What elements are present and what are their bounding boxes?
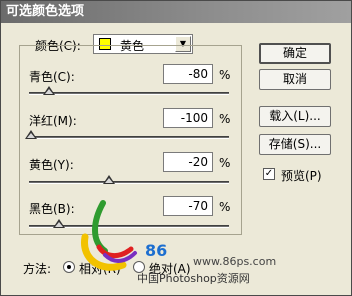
cancel-button[interactable]: 取消 (259, 69, 331, 90)
preview-checkbox[interactable]: ✓ (263, 168, 275, 180)
watermark-url: www.86ps.com (193, 255, 277, 268)
magenta-slider-thumb[interactable] (25, 130, 37, 139)
selective-color-dialog: 可选颜色选项 颜色(C): 黄色 ▼ 青色(C): -80 % 洋红(M): -… (0, 0, 352, 296)
watermark: 86 www.86ps.com 中国Photoshop资源网 (75, 199, 305, 285)
relative-radio[interactable] (63, 261, 75, 273)
yellow-slider-thumb[interactable] (103, 175, 115, 184)
dialog-title: 可选颜色选项 (1, 1, 351, 23)
save-button[interactable]: 存储(S)... (259, 134, 331, 155)
preview-label[interactable]: 预览(P) (281, 167, 322, 184)
magenta-label: 洋红(M): (29, 114, 77, 128)
magenta-input[interactable]: -100 (163, 108, 213, 128)
cyan-slider-track[interactable] (29, 92, 229, 95)
magenta-percent: % (219, 112, 231, 126)
method-label: 方法: (23, 262, 52, 276)
watermark-number: 86 (145, 241, 168, 260)
yellow-slider-track[interactable] (29, 181, 229, 184)
cyan-label: 青色(C): (29, 70, 75, 84)
cyan-input[interactable]: -80 (163, 64, 213, 84)
black-slider-thumb[interactable] (53, 219, 65, 228)
yellow-input[interactable]: -20 (163, 152, 213, 172)
magenta-slider-track[interactable] (29, 136, 229, 139)
cyan-percent: % (219, 68, 231, 82)
ok-button[interactable]: 确定 (259, 43, 331, 64)
watermark-logo-icon (81, 200, 137, 271)
yellow-percent: % (219, 156, 231, 170)
watermark-name: 中国Photoshop资源网 (137, 272, 250, 285)
black-label: 黑色(B): (29, 202, 75, 216)
load-button[interactable]: 载入(L)... (259, 106, 331, 127)
yellow-label: 黄色(Y): (29, 158, 74, 172)
cyan-slider-thumb[interactable] (43, 86, 55, 95)
